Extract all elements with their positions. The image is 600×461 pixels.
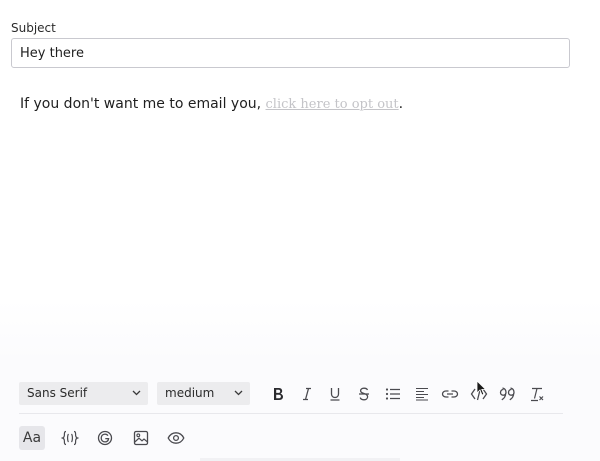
body-text: If you don't want me to email you, — [20, 96, 266, 112]
opt-out-link[interactable]: click here to opt out — [266, 97, 399, 112]
variables-button[interactable] — [59, 426, 81, 450]
composer-actions: Aa — [19, 426, 219, 450]
link-icon — [441, 390, 459, 398]
signature-icon — [97, 430, 113, 446]
italic-icon — [303, 387, 311, 401]
bullet-list-button[interactable] — [384, 385, 402, 403]
strikethrough-icon — [359, 387, 369, 401]
clear-format-icon — [531, 387, 544, 402]
quote-button[interactable] — [499, 385, 517, 403]
underline-button[interactable] — [326, 385, 344, 403]
subject-label: Subject — [11, 21, 56, 35]
toolbar-divider — [19, 413, 563, 414]
quote-icon — [499, 387, 515, 401]
clear-format-button[interactable] — [528, 385, 546, 403]
chevron-down-icon — [132, 390, 141, 396]
align-left-button[interactable] — [413, 385, 431, 403]
chevron-down-icon — [234, 390, 243, 396]
italic-button[interactable] — [298, 385, 316, 403]
font-size-value: medium — [165, 386, 215, 400]
link-button[interactable] — [441, 385, 459, 403]
image-icon — [133, 430, 149, 446]
signature-button[interactable] — [94, 426, 116, 450]
bullet-list-icon — [385, 388, 400, 400]
mouse-cursor-icon — [476, 380, 486, 396]
strikethrough-button[interactable] — [355, 385, 373, 403]
text-format-label: Aa — [22, 430, 42, 446]
align-left-icon — [416, 387, 428, 401]
text-format-button[interactable]: Aa — [19, 426, 45, 450]
body-suffix: . — [398, 96, 404, 112]
subject-input[interactable] — [11, 38, 570, 68]
email-composer: Subject If you don't want me to email yo… — [0, 0, 600, 461]
font-family-value: Sans Serif — [27, 386, 88, 400]
email-body[interactable]: If you don't want me to email you, click… — [20, 96, 403, 112]
font-size-select[interactable]: medium — [157, 382, 250, 405]
underline-icon — [330, 388, 340, 401]
eye-icon — [167, 432, 185, 444]
preview-button[interactable] — [165, 426, 187, 450]
image-button[interactable] — [130, 426, 152, 450]
bold-button[interactable] — [269, 385, 287, 403]
bold-icon — [274, 388, 283, 400]
font-family-select[interactable]: Sans Serif — [19, 382, 148, 405]
variables-icon — [61, 430, 79, 446]
